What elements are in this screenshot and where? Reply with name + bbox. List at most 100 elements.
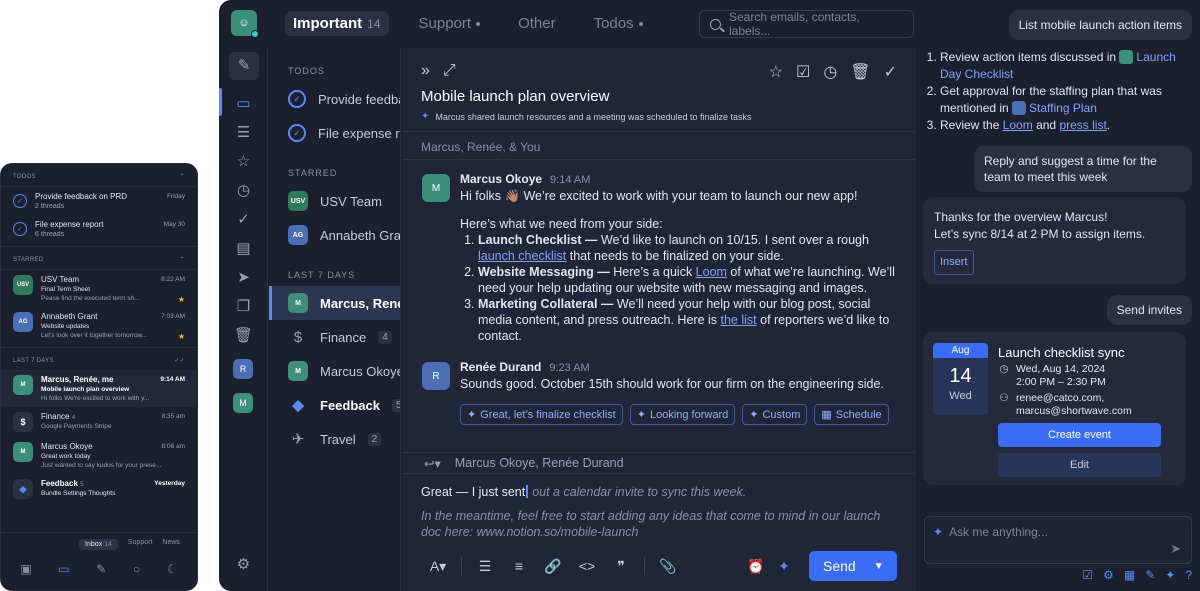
link-icon[interactable]: 🔗 — [536, 558, 570, 575]
tab-inbox[interactable]: Inbox 14 — [79, 539, 118, 550]
chevron-up-icon[interactable]: ⌃ — [180, 173, 185, 180]
help-icon[interactable]: ? — [1185, 568, 1192, 582]
chevron-up-icon[interactable]: ⌃ — [180, 256, 185, 263]
list-item[interactable]: ✈ Travel 2 — [269, 422, 400, 456]
list-item[interactable]: ✓ File expense report 6 threads May 30 — [1, 215, 197, 247]
settings-icon[interactable]: ⚙ — [231, 552, 256, 576]
tab-support[interactable]: Support — [411, 11, 489, 36]
reply-editor[interactable]: Great — I just sent out a calendar invit… — [421, 484, 897, 540]
list-item[interactable]: AG Annabeth Grant Website updates Let's lo… — [1, 307, 197, 348]
tab-todos[interactable]: Todos — [586, 11, 651, 36]
mobile-todos-header[interactable]: TODOS ⌃ — [1, 164, 197, 187]
star-icon[interactable]: ☆ — [769, 62, 783, 82]
trash-icon[interactable]: 🗑 — [231, 323, 256, 347]
list-item[interactable]: $ Finance 4 — [269, 320, 400, 354]
calendar-icon[interactable]: ▦ — [1124, 568, 1135, 582]
list-item[interactable]: M Marcus, Renée, me Mobile launch plan ov… — [1, 370, 197, 407]
contact-avatar[interactable]: R — [233, 359, 253, 379]
contact-avatar[interactable]: M — [233, 393, 253, 413]
quote-icon[interactable]: ❞ — [604, 558, 638, 575]
tab-important[interactable]: Important 14 — [285, 11, 389, 36]
done-icon[interactable]: ✓ — [884, 62, 897, 82]
trash-icon[interactable]: 🗑 — [850, 62, 870, 82]
reply-header[interactable]: ↩▾ Marcus Okoye, Renée Durand — [402, 452, 916, 474]
compose-icon[interactable]: ✎ — [96, 562, 106, 576]
code-icon[interactable]: <> — [570, 558, 604, 574]
tab-news[interactable]: News — [162, 539, 180, 550]
check-circle-icon[interactable]: ✓ — [13, 194, 27, 208]
tab-other[interactable]: Other — [510, 11, 564, 36]
reply-chip[interactable]: ✦ Looking forward — [629, 404, 736, 425]
add-todo-icon[interactable]: ☑ — [796, 62, 810, 82]
avatar: USV — [13, 275, 33, 295]
ask-input[interactable]: ✦ Ask me anything... ➤ — [924, 516, 1192, 564]
compose-icon[interactable]: ✎ — [229, 52, 259, 80]
edit-icon[interactable]: ✎ — [1145, 568, 1155, 582]
reply-chip[interactable]: ✦ Great, let’s finalize checklist — [460, 404, 623, 425]
chevron-down-icon[interactable]: ▼ — [874, 561, 884, 572]
avatar-icon[interactable]: ▣ — [20, 562, 31, 576]
add-todo-icon[interactable]: ☑ — [1082, 568, 1093, 582]
attach-icon[interactable]: 📎 — [651, 558, 685, 575]
ai-icon[interactable]: ✦ — [1165, 568, 1175, 582]
create-event-button[interactable]: Create event — [998, 423, 1161, 447]
document-icon[interactable]: ▤ — [231, 236, 256, 260]
list-item[interactable]: USV USV Team Final Term Sheet Pease find t… — [1, 270, 197, 307]
list-item[interactable]: ◆ Feedback 5 Bundle Settings Thoughts Yes… — [1, 474, 197, 504]
check-icon[interactable]: ✓ — [231, 207, 256, 231]
collapse-icon[interactable]: » — [421, 62, 430, 80]
reply-all-icon[interactable]: ↩▾ — [424, 456, 441, 471]
list-item[interactable]: ✓ Provide feedback on PRD — [269, 82, 400, 116]
list-item[interactable]: USV USV Team — [269, 184, 400, 218]
send-button[interactable]: Send ▼ — [809, 551, 897, 581]
done-all-icon[interactable]: ✓✓ — [174, 357, 185, 364]
send-arrow-icon[interactable]: ➤ — [1170, 541, 1181, 557]
edit-button[interactable]: Edit — [998, 453, 1161, 477]
chat-icon[interactable]: ☰ — [231, 120, 256, 144]
search-icon[interactable]: ○ — [133, 562, 140, 576]
send-icon[interactable]: ➤ — [231, 265, 256, 289]
clock-icon[interactable]: ◷ — [231, 178, 256, 202]
numbered-list-icon[interactable]: ≡ — [502, 558, 536, 574]
link[interactable]: press list — [1059, 118, 1106, 132]
star-icon[interactable]: ★ — [178, 332, 185, 341]
tab-support[interactable]: Support — [128, 539, 153, 550]
snooze-icon[interactable]: ☾ — [167, 562, 178, 576]
star-icon[interactable]: ☆ — [231, 149, 256, 173]
inbox-icon[interactable]: ▭ — [231, 91, 256, 115]
link[interactable]: Loom — [1003, 118, 1033, 132]
list-item[interactable]: M Marcus Okoye Great work today Just wante… — [1, 437, 197, 474]
list-item[interactable]: ✓ Provide feedback on PRD 2 threads Frida… — [1, 187, 197, 215]
list-item[interactable]: M Marcus Okoye — [269, 354, 400, 388]
link[interactable]: the list — [721, 313, 757, 327]
list-item[interactable]: ✓ File expense report — [269, 116, 400, 150]
list-item[interactable]: $ Finance 4 Google Payments Stripe 8:35 a… — [1, 407, 197, 437]
item-title: File expense report — [35, 220, 104, 229]
mobile-starred-header[interactable]: STARRED ⌃ — [1, 247, 197, 270]
link[interactable]: Staffing Plan — [1029, 101, 1097, 115]
insert-button[interactable]: Insert — [934, 250, 974, 275]
inbox-icon[interactable]: ▭ — [58, 562, 69, 576]
text-format-icon[interactable]: A▾ — [421, 558, 455, 575]
link[interactable]: Loom — [696, 265, 727, 279]
search-input[interactable]: Search emails, contacts, labels... — [699, 10, 914, 38]
schedule-chip[interactable]: ▦ Schedule — [814, 404, 889, 425]
star-icon[interactable]: ★ — [178, 295, 185, 304]
check-circle-icon[interactable]: ✓ — [288, 90, 306, 108]
snooze-icon[interactable]: ◷ — [823, 62, 837, 82]
check-circle-icon[interactable]: ✓ — [288, 124, 306, 142]
bullet-list-icon[interactable]: ☰ — [468, 558, 502, 575]
ai-sparkle-icon[interactable]: ✦ — [767, 558, 801, 575]
participants[interactable]: Marcus, Renée, & You — [402, 132, 916, 160]
section-header: TODOS — [288, 66, 325, 76]
list-item[interactable]: M Marcus, Renée, me — [269, 286, 400, 320]
summarize-icon[interactable]: ⚙ — [1103, 568, 1114, 582]
labels-icon[interactable]: ❐ — [231, 294, 256, 318]
link[interactable]: launch checklist — [478, 249, 566, 263]
reply-chip[interactable]: ✦ Custom — [742, 404, 808, 425]
account-avatar[interactable]: ☺ — [231, 10, 259, 38]
check-circle-icon[interactable]: ✓ — [13, 222, 27, 236]
list-item[interactable]: AG Annabeth Grant — [269, 218, 400, 252]
expand-icon[interactable]: ⤢ — [443, 62, 456, 80]
list-item[interactable]: ◆ Feedback 5 — [269, 388, 400, 422]
